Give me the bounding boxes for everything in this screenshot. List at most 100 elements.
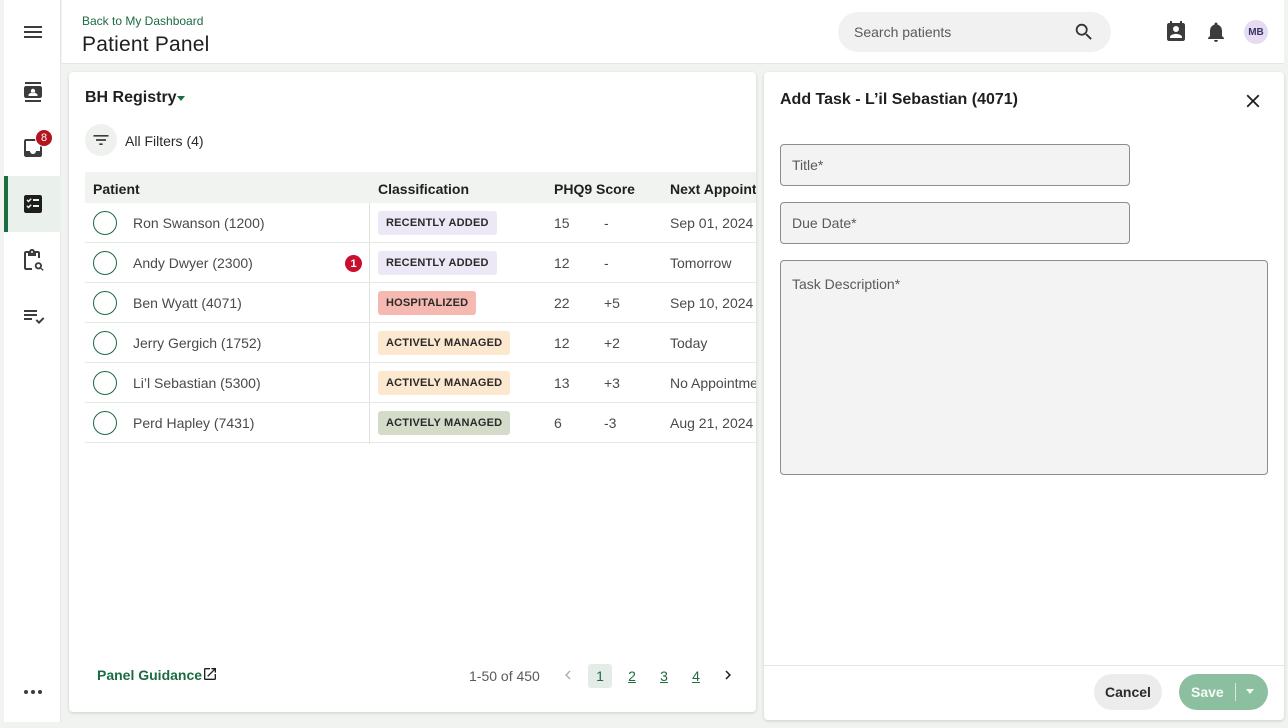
- patient-table: Patient Classification PHQ9 Score Next A…: [85, 172, 756, 444]
- due-date-input[interactable]: [780, 202, 1130, 244]
- row-select-radio[interactable]: [93, 331, 117, 355]
- close-icon[interactable]: [1242, 90, 1264, 112]
- patient-name[interactable]: Ron Swanson (1200): [133, 215, 265, 231]
- more-icon: [23, 690, 42, 694]
- search-icon[interactable]: [1073, 21, 1095, 43]
- table-row[interactable]: Ben Wyatt (4071) HOSPITALIZED 22 +5 Sep …: [85, 283, 756, 323]
- next-page-icon[interactable]: [719, 666, 737, 684]
- page-button-4[interactable]: 4: [684, 664, 708, 688]
- column-header-classification[interactable]: Classification: [378, 181, 469, 197]
- save-label: Save: [1191, 684, 1224, 700]
- patient-name[interactable]: Li’l Sebastian (5300): [133, 375, 261, 391]
- search-placeholder: Search patients: [854, 24, 952, 40]
- phq9-score: 13: [554, 375, 570, 391]
- phq9-change: -3: [604, 415, 617, 431]
- add-task-title: Add Task - L’il Sebastian (4071): [780, 91, 1018, 108]
- classification-tag: HOSPITALIZED: [378, 291, 477, 315]
- previous-page-icon[interactable]: [559, 666, 577, 684]
- notification-badge[interactable]: 1: [345, 255, 362, 272]
- classification-tag: ACTIVELY MANAGED: [378, 331, 511, 355]
- table-header: Patient Classification PHQ9 Score Next A…: [85, 172, 756, 203]
- nav-task-list[interactable]: [4, 176, 61, 232]
- menu-button[interactable]: [4, 4, 61, 60]
- contacts-icon: [23, 82, 42, 102]
- pagination-range: 1-50 of 450: [469, 668, 540, 684]
- clipboard-search-icon: [23, 249, 44, 271]
- phq9-change: +3: [604, 375, 620, 391]
- phq9-change: +2: [604, 335, 620, 351]
- phq9-score: 22: [554, 295, 570, 311]
- checklist-icon: [23, 310, 44, 324]
- save-button[interactable]: Save: [1179, 674, 1268, 710]
- phq9-score: 6: [554, 415, 562, 431]
- row-select-radio[interactable]: [93, 291, 117, 315]
- cancel-button[interactable]: Cancel: [1094, 674, 1162, 710]
- nav-clipboard-search[interactable]: [4, 232, 61, 288]
- patient-name[interactable]: Perd Hapley (7431): [133, 415, 254, 431]
- classification-tag: ACTIVELY MANAGED: [378, 371, 511, 395]
- next-appointment: Tomorrow: [670, 255, 732, 271]
- nav-inbox[interactable]: 8: [4, 120, 61, 176]
- panel-guidance-link[interactable]: Panel Guidance: [97, 667, 202, 683]
- row-select-radio[interactable]: [93, 211, 117, 235]
- table-row[interactable]: Perd Hapley (7431) ACTIVELY MANAGED 6 -3…: [85, 403, 756, 443]
- split-divider: [1235, 683, 1236, 701]
- panel-footer: Cancel Save: [764, 665, 1284, 720]
- phq9-change: +5: [604, 295, 620, 311]
- column-header-patient[interactable]: Patient: [93, 181, 140, 197]
- all-filters-label[interactable]: All Filters (4): [125, 133, 204, 149]
- classification-tag: RECENTLY ADDED: [378, 211, 497, 235]
- patient-name[interactable]: Jerry Gergich (1752): [133, 335, 261, 351]
- filter-button[interactable]: [85, 124, 117, 156]
- add-task-panel: Add Task - L’il Sebastian (4071) Cancel …: [764, 72, 1284, 720]
- phq9-score: 12: [554, 255, 570, 271]
- notifications-bell-icon[interactable]: [1204, 20, 1228, 44]
- page-button-3[interactable]: 3: [652, 664, 676, 688]
- table-row[interactable]: Li’l Sebastian (5300) ACTIVELY MANAGED 1…: [85, 363, 756, 403]
- nav-checklist[interactable]: [4, 288, 61, 344]
- row-select-radio[interactable]: [93, 371, 117, 395]
- chevron-down-icon[interactable]: [177, 96, 185, 101]
- column-header-next-appointment[interactable]: Next Appointr: [670, 181, 756, 197]
- task-description-input[interactable]: [780, 260, 1268, 475]
- row-select-radio[interactable]: [93, 411, 117, 435]
- patient-name[interactable]: Ben Wyatt (4071): [133, 295, 242, 311]
- nav-contacts[interactable]: [4, 64, 61, 120]
- table-row[interactable]: Jerry Gergich (1752) ACTIVELY MANAGED 12…: [85, 323, 756, 363]
- registry-selector[interactable]: BH Registry: [85, 89, 177, 107]
- user-avatar[interactable]: MB: [1244, 20, 1268, 44]
- card-footer: Panel Guidance 1-50 of 450 1 2 3 4: [69, 660, 756, 712]
- save-options-chevron-icon[interactable]: [1246, 689, 1254, 694]
- next-appointment: Sep 01, 2024: [670, 215, 754, 231]
- patient-name[interactable]: Andy Dwyer (2300): [133, 255, 253, 271]
- phq9-change: -: [604, 215, 609, 231]
- side-nav-rail: 8: [4, 0, 61, 722]
- page-title: Patient Panel: [82, 33, 210, 56]
- patient-registry-card: BH Registry All Filters (4) Patient Clas…: [69, 72, 756, 712]
- external-link-icon[interactable]: [202, 666, 218, 682]
- next-appointment: Aug 21, 2024: [670, 415, 754, 431]
- nav-more[interactable]: [4, 664, 61, 720]
- page-button-2[interactable]: 2: [620, 664, 644, 688]
- next-appointment: No Appointme: [670, 375, 756, 391]
- phq9-score: 12: [554, 335, 570, 351]
- task-title-input[interactable]: [780, 144, 1130, 186]
- classification-tag: ACTIVELY MANAGED: [378, 411, 511, 435]
- top-header: Back to My Dashboard Patient Panel Searc…: [62, 0, 1284, 64]
- back-to-dashboard-link[interactable]: Back to My Dashboard: [82, 14, 203, 28]
- table-row[interactable]: Andy Dwyer (2300) 1 RECENTLY ADDED 12 - …: [85, 243, 756, 283]
- next-appointment: Today: [670, 335, 708, 351]
- phq9-score: 15: [554, 215, 570, 231]
- column-header-phq9[interactable]: PHQ9 Score: [554, 181, 635, 197]
- hamburger-menu-icon: [23, 26, 42, 38]
- search-patients-input[interactable]: Search patients: [838, 12, 1111, 52]
- classification-tag: RECENTLY ADDED: [378, 251, 497, 275]
- phq9-change: -: [604, 255, 609, 271]
- table-row[interactable]: Ron Swanson (1200) RECENTLY ADDED 15 - S…: [85, 203, 756, 243]
- row-select-radio[interactable]: [93, 251, 117, 275]
- filter-icon: [93, 135, 109, 145]
- task-list-icon: [23, 195, 42, 213]
- page-button-1[interactable]: 1: [588, 664, 612, 688]
- contact-card-icon[interactable]: [1164, 20, 1188, 44]
- next-appointment: Sep 10, 2024: [670, 295, 754, 311]
